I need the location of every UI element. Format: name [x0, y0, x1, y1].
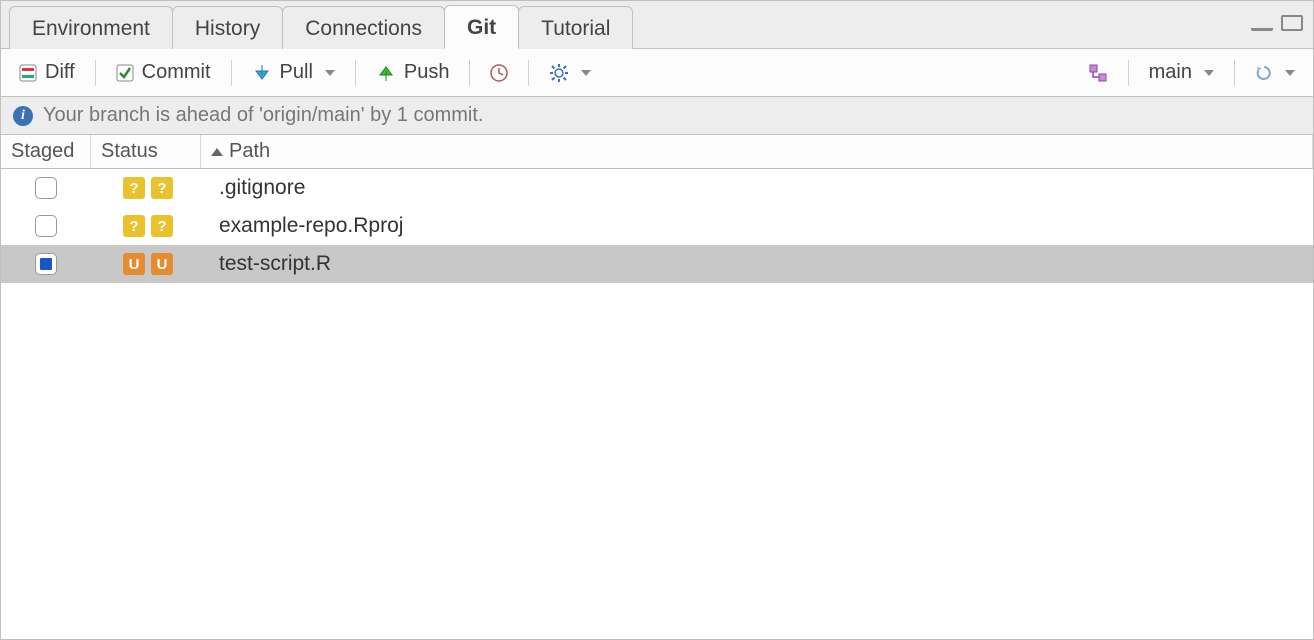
tab-connections[interactable]: Connections: [282, 6, 445, 49]
git-toolbar: Diff Commit Pull Push: [1, 49, 1313, 97]
info-icon: i: [13, 106, 33, 126]
branch-name: main: [1149, 61, 1192, 84]
staged-checkbox[interactable]: [35, 253, 57, 275]
minimize-icon[interactable]: [1251, 25, 1273, 31]
gear-icon: [549, 63, 569, 83]
status-badge-left: ?: [123, 215, 145, 237]
separator: [469, 60, 470, 86]
diff-label: Diff: [45, 61, 75, 84]
column-path[interactable]: Path: [201, 135, 1313, 168]
push-label: Push: [404, 61, 450, 84]
push-button[interactable]: Push: [366, 57, 460, 88]
new-branch-button[interactable]: [1078, 59, 1118, 87]
status-badge-left: ?: [123, 177, 145, 199]
path-cell: .gitignore: [201, 176, 1313, 200]
status-cell: UU: [91, 253, 201, 275]
window-controls: [1251, 15, 1303, 31]
column-status[interactable]: Status: [91, 135, 201, 168]
tab-environment[interactable]: Environment: [9, 6, 173, 49]
branch-selector[interactable]: main: [1139, 57, 1224, 88]
chevron-down-icon: [325, 70, 335, 76]
status-badge-left: U: [123, 253, 145, 275]
toolbar-right: main: [1078, 57, 1305, 88]
status-infobar: i Your branch is ahead of 'origin/main' …: [1, 97, 1313, 135]
column-staged[interactable]: Staged: [1, 135, 91, 168]
more-button[interactable]: [539, 59, 601, 87]
chevron-down-icon: [1285, 70, 1295, 76]
separator: [95, 60, 96, 86]
status-badge-right: ?: [151, 215, 173, 237]
staged-cell: [1, 253, 91, 275]
file-row[interactable]: UUtest-script.R: [1, 245, 1313, 283]
tab-bar: Environment History Connections Git Tuto…: [1, 1, 1313, 49]
status-cell: ??: [91, 215, 201, 237]
tab-git[interactable]: Git: [444, 5, 519, 49]
chevron-down-icon: [1204, 70, 1214, 76]
file-table-header: Staged Status Path: [1, 135, 1313, 169]
column-path-label: Path: [229, 140, 270, 163]
separator: [1234, 60, 1235, 86]
path-cell: test-script.R: [201, 252, 1313, 276]
diff-button[interactable]: Diff: [9, 57, 85, 88]
path-cell: example-repo.Rproj: [201, 214, 1313, 238]
history-button[interactable]: [480, 60, 518, 86]
status-cell: ??: [91, 177, 201, 199]
pull-arrow-down-icon: [252, 63, 272, 83]
pull-button[interactable]: Pull: [242, 57, 345, 88]
infobar-message: Your branch is ahead of 'origin/main' by…: [43, 104, 483, 127]
refresh-button[interactable]: [1245, 60, 1305, 86]
clock-icon: [490, 64, 508, 82]
separator: [528, 60, 529, 86]
diff-icon: [19, 64, 37, 82]
staged-checkbox[interactable]: [35, 215, 57, 237]
git-panel: Environment History Connections Git Tuto…: [0, 0, 1314, 640]
separator: [355, 60, 356, 86]
chevron-down-icon: [581, 70, 591, 76]
status-badge-right: ?: [151, 177, 173, 199]
tab-history[interactable]: History: [172, 6, 283, 49]
tab-tutorial[interactable]: Tutorial: [518, 6, 633, 49]
push-arrow-up-icon: [376, 63, 396, 83]
pull-label: Pull: [280, 61, 313, 84]
file-row[interactable]: ??.gitignore: [1, 169, 1313, 207]
maximize-icon[interactable]: [1281, 15, 1303, 31]
separator: [1128, 60, 1129, 86]
branch-icon: [1088, 63, 1108, 83]
status-badge-right: U: [151, 253, 173, 275]
commit-label: Commit: [142, 61, 211, 84]
file-row[interactable]: ??example-repo.Rproj: [1, 207, 1313, 245]
staged-cell: [1, 177, 91, 199]
sort-ascending-icon: [211, 148, 223, 156]
refresh-icon: [1255, 64, 1273, 82]
commit-button[interactable]: Commit: [106, 57, 221, 88]
file-list: ??.gitignore??example-repo.RprojUUtest-s…: [1, 169, 1313, 639]
staged-checkbox[interactable]: [35, 177, 57, 199]
separator: [231, 60, 232, 86]
commit-icon: [116, 64, 134, 82]
staged-cell: [1, 215, 91, 237]
